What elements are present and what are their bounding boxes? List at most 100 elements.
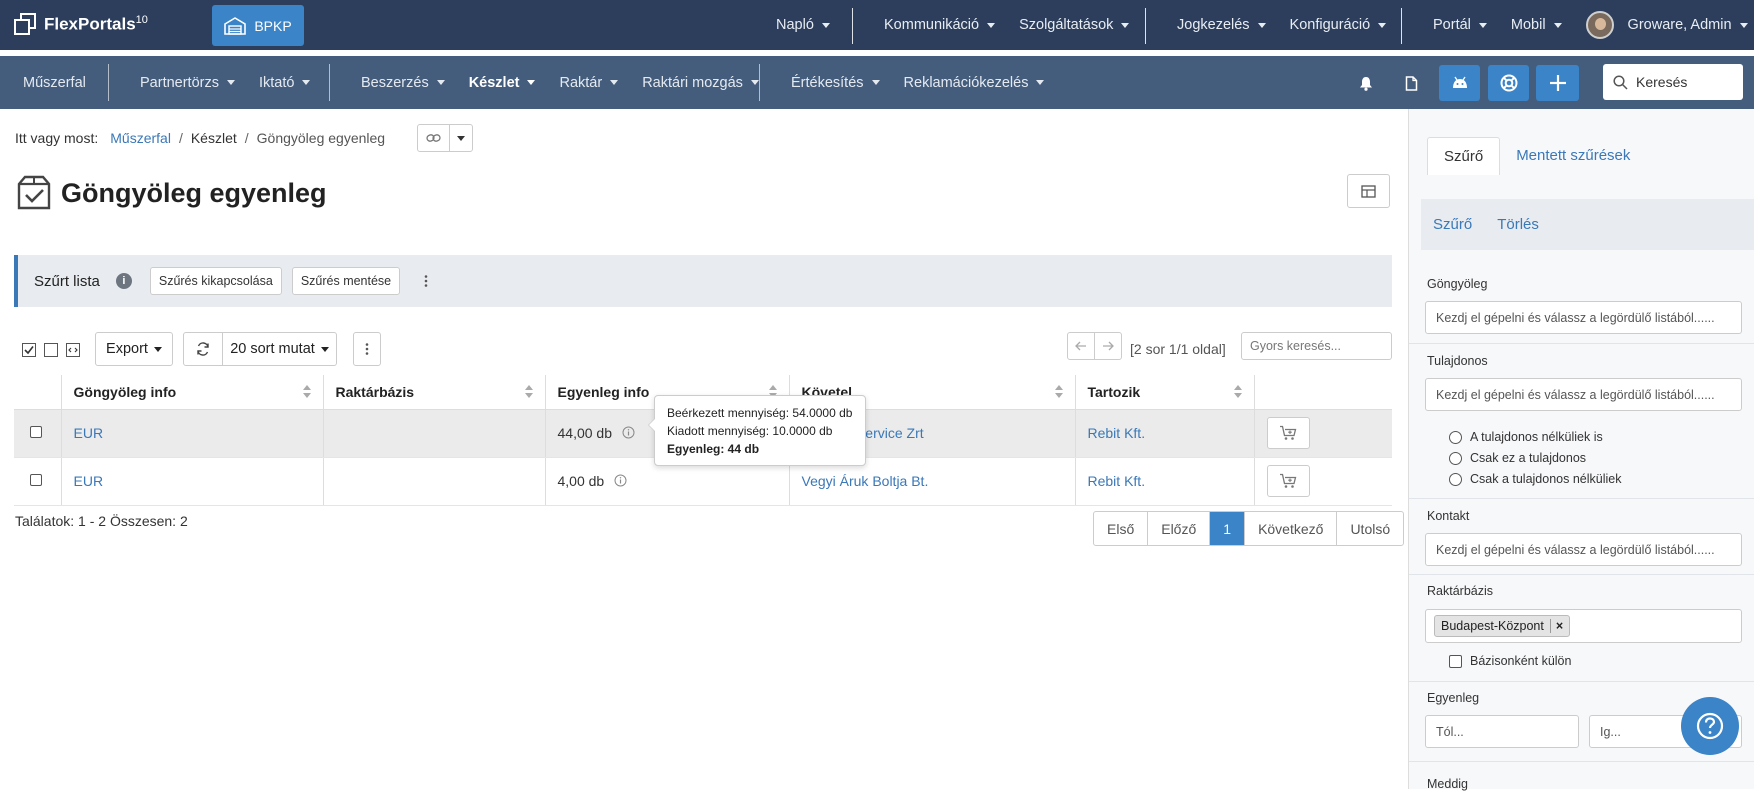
- clear-filter-link[interactable]: Törlés: [1497, 216, 1539, 233]
- apply-filter-link[interactable]: Szűrő: [1433, 216, 1472, 233]
- topnav-group-1: Napló: [764, 0, 842, 50]
- topnav-szolgaltatasok[interactable]: Szolgáltatások: [1007, 17, 1141, 33]
- invert-selection-icon[interactable]: [66, 343, 80, 357]
- column-header-tartozik[interactable]: Tartozik: [1075, 375, 1255, 410]
- tartozik-link[interactable]: Rebit Kft.: [1088, 425, 1146, 441]
- documents-button[interactable]: [1393, 65, 1429, 101]
- subnav-muszerfal[interactable]: Műszerfal: [11, 75, 98, 91]
- pager-prev[interactable]: Előző: [1148, 512, 1211, 545]
- tartozik-link[interactable]: Rebit Kft.: [1088, 473, 1146, 489]
- gongyoleg-link[interactable]: EUR: [74, 425, 104, 441]
- disable-filter-button[interactable]: Szűrés kikapcsolása: [149, 267, 282, 295]
- export-dropdown[interactable]: Export: [95, 332, 173, 366]
- breadcrumb-current: Göngyöleg egyenleg: [256, 130, 386, 146]
- package-check-icon: [17, 175, 51, 210]
- table-options-button[interactable]: [353, 332, 381, 366]
- owner-option-all[interactable]: A tulajdonos nélküliek is: [1449, 430, 1603, 444]
- column-header-raktarbazis[interactable]: Raktárbázis: [323, 375, 546, 410]
- tulajdonos-input[interactable]: Kezdj el gépelni és válassz a legördülő …: [1425, 378, 1742, 411]
- subnav-keszlet[interactable]: Készlet: [457, 75, 548, 91]
- more-vertical-icon[interactable]: [418, 273, 434, 289]
- subnav-group-3: Beszerzés Készlet Raktár Raktári mozgás: [349, 56, 771, 109]
- sort-icon[interactable]: [1233, 384, 1242, 400]
- caret-down-icon: [1739, 22, 1748, 28]
- next-page-arrow[interactable]: [1094, 332, 1122, 360]
- pager-next[interactable]: Következő: [1245, 512, 1338, 545]
- layout-toggle-button[interactable]: [1347, 174, 1390, 208]
- pager-first[interactable]: Első: [1094, 512, 1149, 545]
- checkbox-column-header: [14, 375, 62, 410]
- table-toolbar: Export 20 sort mutat [2 sor 1/1 oldal] G…: [14, 332, 1392, 366]
- subnav-reklamaciokezeles[interactable]: Reklamációkezelés: [892, 75, 1057, 91]
- cart-add-icon: [1280, 425, 1297, 440]
- subnav-partnertorzs[interactable]: Partnertörzs: [128, 75, 247, 91]
- tooltip-issued: Kiadott mennyiség: 10.0000 db: [667, 424, 833, 438]
- breadcrumb-muszerfal[interactable]: Műszerfal: [110, 130, 171, 146]
- caret-down-icon: [987, 22, 996, 28]
- kontakt-input[interactable]: Kezdj el gépelni és válassz a legördülő …: [1425, 533, 1742, 566]
- bazisonkent-checkbox[interactable]: Bázisonként külön: [1449, 654, 1571, 668]
- sort-icon[interactable]: [524, 384, 533, 400]
- topnav-naplo[interactable]: Napló: [764, 17, 842, 33]
- copy-link-button[interactable]: [418, 125, 451, 151]
- page-title-text: Göngyöleg egyenleg: [61, 177, 327, 208]
- owner-option-only[interactable]: Csak ez a tulajdonos: [1449, 451, 1586, 465]
- pager-last[interactable]: Utolsó: [1337, 512, 1403, 545]
- gongyoleg-input[interactable]: Kezdj el gépelni és válassz a legördülő …: [1425, 301, 1742, 334]
- row-checkbox[interactable]: [30, 474, 42, 486]
- notifications-button[interactable]: [1348, 65, 1384, 101]
- subnav-raktar[interactable]: Raktár: [547, 75, 630, 91]
- workspace-button[interactable]: BPKP: [212, 5, 304, 46]
- info-circle-icon[interactable]: [614, 474, 627, 487]
- app-logo[interactable]: FlexPortals10: [14, 13, 148, 35]
- sort-icon[interactable]: [1054, 384, 1063, 400]
- link-icon: [426, 134, 441, 142]
- link-dropdown-button[interactable]: [450, 125, 472, 151]
- info-circle-icon[interactable]: [622, 426, 635, 439]
- logo-icon: [14, 13, 36, 35]
- select-all-checkbox-icon[interactable]: [22, 343, 36, 357]
- select-none-checkbox-icon[interactable]: [44, 343, 58, 357]
- prev-page-arrow[interactable]: [1067, 332, 1095, 360]
- add-button[interactable]: [1536, 65, 1579, 101]
- column-header-gongyoleg[interactable]: Göngyöleg info: [61, 375, 324, 410]
- row-checkbox[interactable]: [30, 426, 42, 438]
- row-action-button[interactable]: [1266, 417, 1310, 449]
- topnav-jogkezeles[interactable]: Jogkezelés: [1165, 17, 1278, 33]
- remove-tag-icon[interactable]: ×: [1549, 619, 1563, 633]
- topnav-konfiguracio[interactable]: Konfiguráció: [1278, 17, 1399, 33]
- save-filter-button[interactable]: Szűrés mentése: [291, 267, 401, 295]
- caret-down-icon: [750, 80, 759, 85]
- support-button[interactable]: [1488, 65, 1529, 101]
- sort-icon[interactable]: [302, 384, 311, 400]
- subnav-group-1: Műszerfal: [11, 56, 98, 109]
- tab-filter[interactable]: Szűrő: [1427, 137, 1501, 175]
- topnav-kommunikacio[interactable]: Kommunikáció: [872, 17, 1007, 33]
- subnav-raktari-mozgas[interactable]: Raktári mozgás: [630, 75, 771, 91]
- egyenleg-label: Egyenleg: [1427, 691, 1480, 705]
- user-menu[interactable]: Groware, Admin: [1574, 11, 1754, 39]
- row-action-button[interactable]: [1266, 465, 1310, 497]
- subnav-beszerzes[interactable]: Beszerzés: [349, 75, 457, 91]
- topnav-mobil[interactable]: Mobil: [1499, 17, 1574, 33]
- help-button[interactable]: [1681, 697, 1739, 755]
- subnav-iktato[interactable]: Iktató: [247, 75, 322, 91]
- tab-saved-filters[interactable]: Mentett szűrések: [1500, 137, 1646, 175]
- rows-per-page-dropdown[interactable]: 20 sort mutat: [222, 332, 337, 366]
- raktarbazis-multiselect[interactable]: Budapest-Központ ×: [1425, 609, 1742, 643]
- subnav-ertekesites[interactable]: Értékesítés: [779, 75, 892, 91]
- gongyoleg-link[interactable]: EUR: [74, 473, 104, 489]
- mobile-app-button[interactable]: [1439, 65, 1480, 101]
- topnav-portal[interactable]: Portál: [1421, 17, 1499, 33]
- refresh-button[interactable]: [183, 332, 223, 366]
- kovetel-link[interactable]: Vegyi Áruk Boltja Bt.: [802, 473, 929, 489]
- quick-search-input[interactable]: Gyors keresés...: [1241, 332, 1392, 360]
- arrow-left-icon: [1075, 341, 1086, 351]
- egyenleg-from-input[interactable]: Tól...: [1425, 715, 1579, 748]
- caret-down-icon: [610, 80, 619, 85]
- owner-option-none[interactable]: Csak a tulajdonos nélküliek: [1449, 472, 1621, 486]
- pager-current[interactable]: 1: [1210, 512, 1246, 545]
- module-navbar: Műszerfal Partnertörzs Iktató Beszerzés …: [0, 56, 1754, 109]
- global-search-input[interactable]: Keresés: [1603, 64, 1743, 100]
- info-icon[interactable]: i: [115, 273, 132, 289]
